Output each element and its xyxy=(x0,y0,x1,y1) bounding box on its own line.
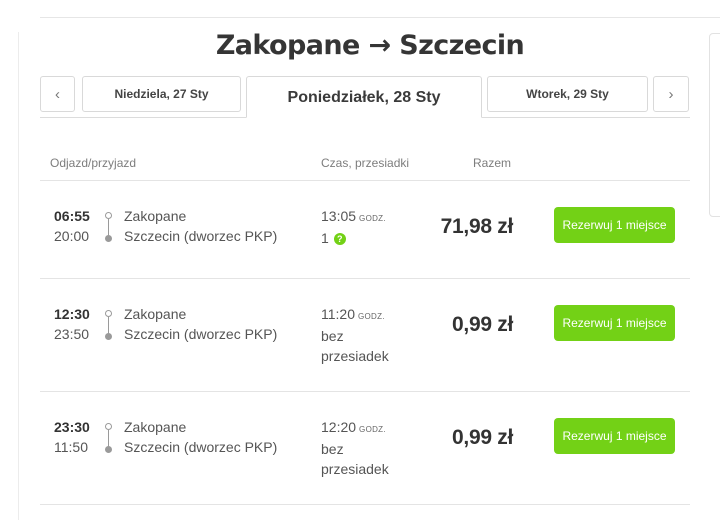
departure-time: 12:30 xyxy=(54,306,90,322)
ride-row: 23:30 11:50 Zakopane Szczecin (dworzec P… xyxy=(40,418,690,499)
departure-stop: Zakopane xyxy=(124,208,187,224)
route-timeline-icon xyxy=(104,212,114,242)
arrival-time: 20:00 xyxy=(54,228,90,244)
duration-value: 13:05 xyxy=(321,208,357,224)
column-header-duration-transfers: Czas, przesiadki xyxy=(321,156,410,170)
duration-unit: GODZ. xyxy=(359,425,386,434)
ride-row: 06:55 20:00 Zakopane Szczecin (dworzec P… xyxy=(40,207,690,268)
ride-price: 0,99 zł xyxy=(452,426,513,449)
trip-duration: 11:20 GODZ. xyxy=(321,306,385,322)
date-navigation: ‹ Niedziela, 27 Sty Poniedziałek, 28 Sty… xyxy=(40,76,690,118)
departure-time: 06:55 xyxy=(54,208,90,224)
row-divider xyxy=(40,278,690,279)
route-title: Zakopane → Szczecin xyxy=(215,30,525,61)
ride-row: 12:30 23:50 Zakopane Szczecin (dworzec P… xyxy=(40,305,690,386)
arrival-stop: Szczecin (dworzec PKP) xyxy=(124,228,278,244)
arrival-stop: Szczecin (dworzec PKP) xyxy=(124,439,278,455)
trip-duration: 13:05 GODZ. xyxy=(321,208,386,224)
column-header-departure-arrival: Odjazd/przyjazd xyxy=(50,156,137,170)
departure-stop: Zakopane xyxy=(124,419,187,435)
route-timeline-icon xyxy=(104,423,114,453)
chevron-right-icon: › xyxy=(668,85,674,103)
transfers-count: 1 xyxy=(321,230,329,246)
prev-day-button[interactable]: Niedziela, 27 Sty xyxy=(82,76,241,112)
left-divider xyxy=(18,32,19,520)
duration-value: 12:20 xyxy=(321,419,357,435)
transfers-info: bez przesiadek xyxy=(321,328,389,364)
row-divider xyxy=(40,180,690,181)
departure-stop: Zakopane xyxy=(124,306,187,322)
ride-price: 71,98 zł xyxy=(440,215,514,238)
arrival-time: 23:50 xyxy=(54,326,90,342)
trip-duration: 12:20 GODZ. xyxy=(321,419,386,435)
book-seat-button[interactable]: Rezerwuj 1 miejsce xyxy=(554,418,675,454)
duration-unit: GODZ. xyxy=(358,312,385,321)
question-circle-icon[interactable]: ? xyxy=(333,233,346,245)
side-panel xyxy=(709,33,720,217)
duration-unit: GODZ. xyxy=(359,214,386,223)
departure-time: 23:30 xyxy=(54,419,90,435)
arrival-time: 11:50 xyxy=(54,439,88,455)
next-day-button[interactable]: Wtorek, 29 Sty xyxy=(487,76,648,112)
prev-day-arrow-button[interactable]: ‹ xyxy=(40,76,75,112)
next-day-arrow-button[interactable]: › xyxy=(653,76,689,112)
row-divider xyxy=(40,504,690,505)
route-timeline-icon xyxy=(104,310,114,340)
current-day-tab[interactable]: Poniedziałek, 28 Sty xyxy=(246,76,482,118)
top-divider xyxy=(40,17,720,18)
row-divider xyxy=(40,391,690,392)
book-seat-button[interactable]: Rezerwuj 1 miejsce xyxy=(554,305,675,341)
column-header-total: Razem xyxy=(473,156,512,170)
chevron-left-icon: ‹ xyxy=(55,85,60,103)
transfers-info: bez przesiadek xyxy=(321,441,389,477)
transfers-info: 1? xyxy=(321,228,411,248)
book-seat-button[interactable]: Rezerwuj 1 miejsce xyxy=(554,207,675,243)
arrival-stop: Szczecin (dworzec PKP) xyxy=(124,326,278,342)
ride-price: 0,99 zł xyxy=(452,313,513,336)
duration-value: 11:20 xyxy=(321,306,355,322)
